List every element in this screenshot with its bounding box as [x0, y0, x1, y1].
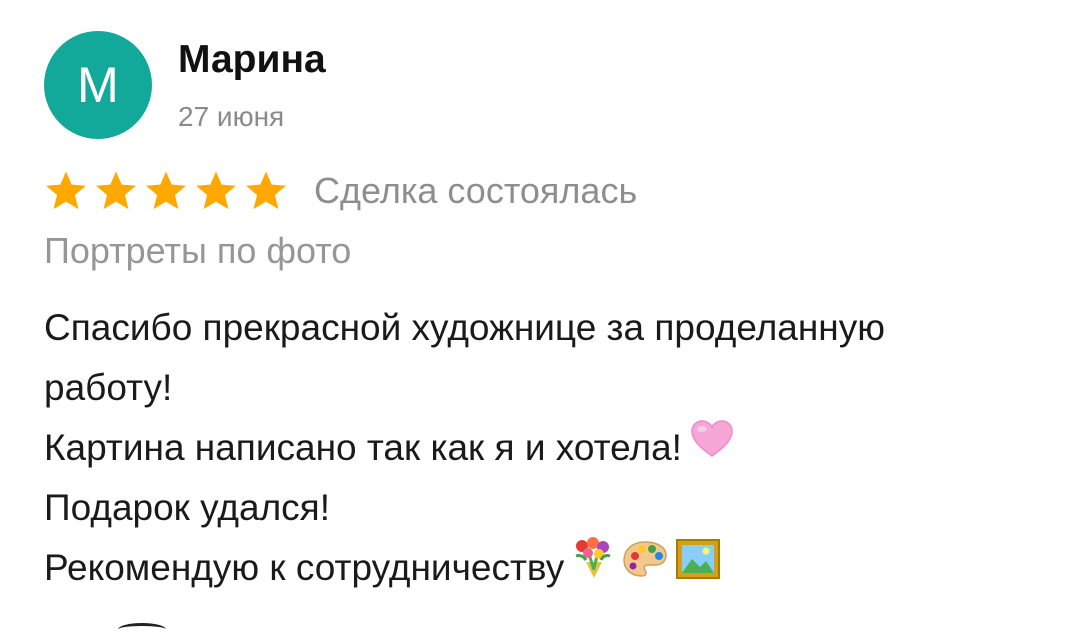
review-line: Подарок удался! — [44, 487, 330, 528]
framed-picture-icon — [676, 537, 721, 597]
review-line: Рекомендую к сотрудничеству — [44, 536, 1054, 598]
rating-row: Сделка состоялась — [44, 168, 637, 214]
star-icon — [146, 171, 186, 210]
review-text: Спасибо прекрасной художнице за проделан… — [44, 298, 1054, 598]
star-icon — [246, 171, 286, 210]
artist-palette-icon — [622, 537, 668, 597]
star-icon — [96, 171, 136, 210]
review-line: Картина написано так как я и хотела! — [44, 418, 1054, 478]
review-line: Спасибо прекрасной художнице за проделан… — [44, 307, 885, 348]
star-icon — [196, 171, 236, 210]
review-line: работу! — [44, 367, 173, 408]
review-date: 27 июня — [178, 101, 285, 132]
bouquet-icon — [572, 536, 614, 598]
service-name: Портреты по фото — [44, 230, 352, 271]
review-card: M Марина 27 июня Сделка состоялась Портр… — [0, 0, 1080, 628]
avatar[interactable]: M — [44, 31, 152, 139]
star-icon — [46, 171, 86, 210]
next-avatar-edge — [118, 623, 166, 636]
pink-heart-icon — [690, 417, 734, 477]
star-rating — [44, 170, 288, 212]
author-name[interactable]: Марина — [178, 40, 326, 79]
deal-status: Сделка состоялась — [314, 170, 638, 211]
avatar-letter: M — [77, 57, 119, 113]
